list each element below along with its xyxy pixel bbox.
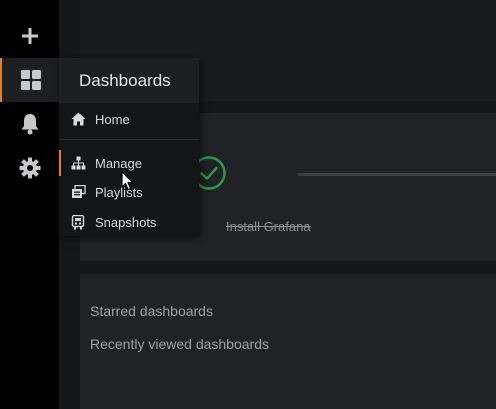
bell-icon bbox=[21, 114, 38, 135]
mouse-cursor-icon bbox=[121, 171, 134, 191]
dashboards-dropdown-menu: Dashboards Home Manage Playlists Snapsho… bbox=[59, 58, 199, 236]
menu-item-home[interactable]: Home bbox=[59, 106, 199, 132]
plus-icon bbox=[21, 28, 38, 44]
sitemap-icon bbox=[70, 155, 86, 171]
starred-dashboards-heading: Starred dashboards bbox=[90, 303, 213, 319]
sidebar-item-dashboards[interactable] bbox=[0, 58, 59, 102]
dropdown-title: Dashboards bbox=[79, 70, 171, 90]
snapshot-icon bbox=[70, 214, 86, 230]
sidebar-item-alerting[interactable] bbox=[0, 102, 59, 146]
menu-item-playlists-label: Playlists bbox=[95, 184, 143, 200]
dashboards-grid-icon bbox=[20, 70, 41, 90]
dropdown-header[interactable]: Dashboards bbox=[59, 58, 199, 103]
menu-divider bbox=[59, 139, 199, 140]
menu-item-home-label: Home bbox=[95, 111, 130, 127]
sidebar-item-create[interactable] bbox=[0, 14, 59, 58]
progress-connector-line bbox=[298, 173, 496, 176]
menu-item-snapshots[interactable]: Snapshots bbox=[59, 209, 199, 235]
step-install-grafana[interactable]: Install Grafana bbox=[226, 219, 311, 234]
sidebar bbox=[0, 0, 59, 409]
playlist-icon bbox=[70, 184, 86, 200]
home-icon bbox=[70, 111, 86, 127]
gear-icon bbox=[19, 157, 40, 179]
sidebar-item-configuration[interactable] bbox=[0, 146, 59, 190]
recent-dashboards-heading: Recently viewed dashboards bbox=[90, 336, 269, 352]
menu-item-manage-label: Manage bbox=[95, 155, 142, 171]
menu-item-snapshots-label: Snapshots bbox=[95, 214, 157, 230]
